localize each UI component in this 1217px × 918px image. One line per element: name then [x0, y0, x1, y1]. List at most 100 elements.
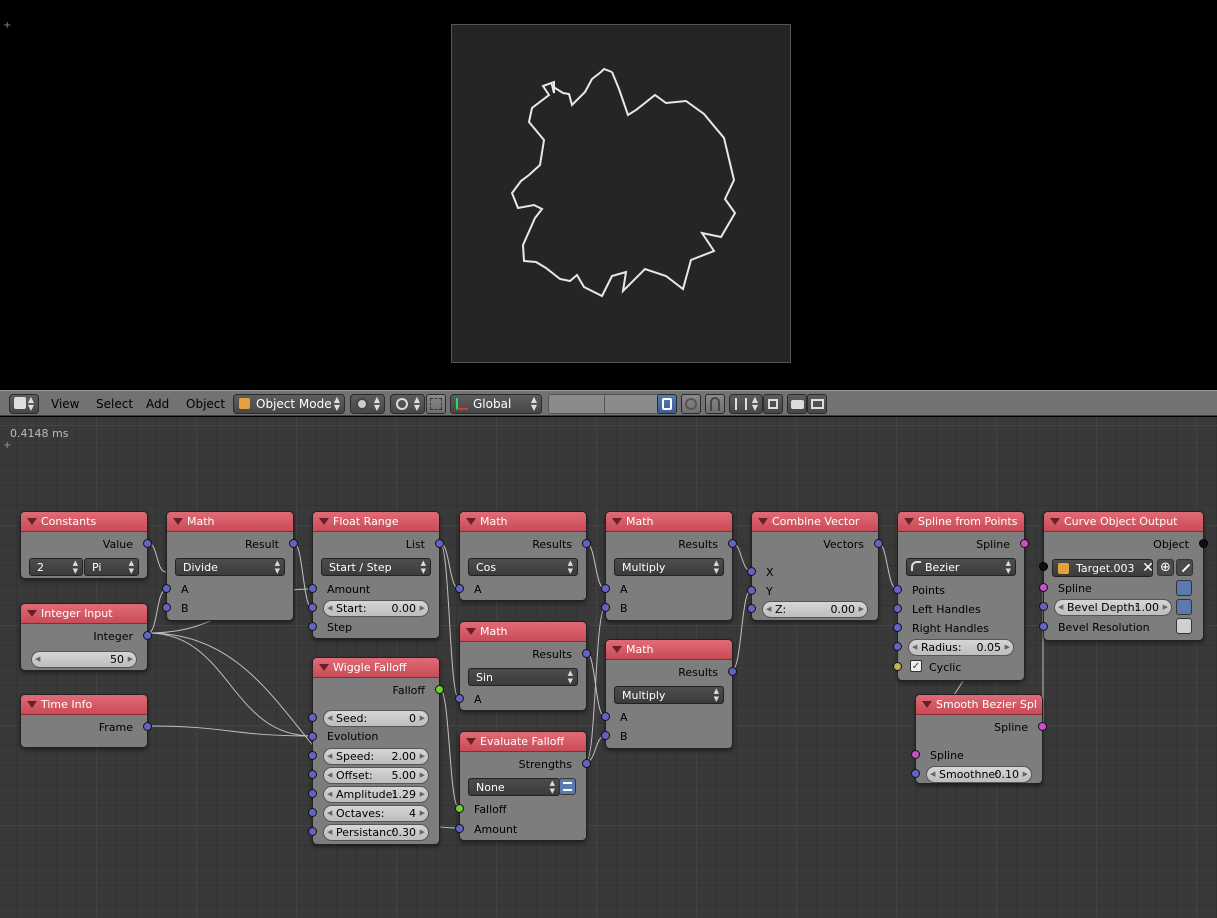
socket-bevel-depth-in[interactable] [1039, 602, 1048, 611]
node-header[interactable]: Evaluate Falloff [460, 732, 586, 752]
radius-field[interactable]: ◀ Radius: 0.05 ▶ [908, 639, 1014, 656]
socket-integer-out[interactable] [143, 631, 152, 640]
list-toggle-button[interactable] [559, 778, 576, 795]
socket-strengths-out[interactable] [582, 759, 591, 768]
node-wiggle-falloff[interactable]: Wiggle Falloff Falloff ◀ Seed: 0 ▶ Evolutio… [308, 657, 444, 845]
socket-frame-out[interactable] [143, 722, 152, 731]
object-mode-dropdown[interactable]: Object Mode ▲ ▼ [233, 394, 345, 414]
node-header[interactable]: Math [167, 512, 293, 532]
cyclic-checkbox[interactable]: ✓ [910, 660, 922, 672]
node-header[interactable]: Wiggle Falloff [313, 658, 439, 678]
proportional-edit-button[interactable] [681, 394, 701, 414]
socket-object-out[interactable] [1199, 539, 1208, 548]
node-editor[interactable]: 0.4148 ms + Constants Value 2 ▲ ▼ Pi ▲ ▼… [0, 417, 1217, 918]
socket-y-in[interactable] [747, 586, 756, 595]
node-evaluate-falloff[interactable]: Evaluate Falloff Strengths None ▲ ▼ Fallof… [455, 731, 591, 841]
collapse-icon[interactable] [612, 646, 622, 653]
collapse-icon[interactable] [922, 701, 932, 708]
collapse-icon[interactable] [466, 738, 476, 745]
socket-target-in[interactable] [1039, 562, 1048, 571]
start-field[interactable]: ◀ Start: 0.00 ▶ [323, 600, 429, 617]
node-math-multiply-1[interactable]: Math Results Multiply ▲ ▼ A B [601, 511, 737, 621]
manipulator-toggle[interactable] [426, 394, 446, 414]
socket-falloff-out[interactable] [435, 685, 444, 694]
socket-b-in[interactable] [601, 731, 610, 740]
collapse-icon[interactable] [27, 701, 37, 708]
node-header[interactable]: Float Range [313, 512, 439, 532]
node-smooth-bezier-spline[interactable]: Smooth Bezier Spl Spline Spline ◀ Smoothn… [911, 694, 1047, 784]
socket-right-handles-in[interactable] [893, 623, 902, 632]
socket-vectors-out[interactable] [874, 539, 883, 548]
socket-spline-in[interactable] [911, 750, 920, 759]
node-header[interactable]: Spline from Points [898, 512, 1024, 532]
socket-step-in[interactable] [308, 622, 317, 631]
socket-results-out[interactable] [582, 649, 591, 658]
node-integer-input[interactable]: Integer Input Integer ◀ 50 ▶ [20, 603, 152, 671]
node-header[interactable]: Curve Object Output [1044, 512, 1203, 532]
collapse-icon[interactable] [466, 628, 476, 635]
spline-animate-toggle[interactable] [1176, 580, 1192, 596]
node-constants[interactable]: Constants Value 2 ▲ ▼ Pi ▲ ▼ [20, 511, 152, 579]
collapse-icon[interactable] [319, 518, 329, 525]
node-header[interactable]: Math [460, 512, 586, 532]
bevel-resolution-animate-toggle[interactable] [1176, 618, 1192, 634]
node-math-multiply-2[interactable]: Math Results Multiply ▲ ▼ A B [601, 639, 737, 749]
socket-spline-out[interactable] [1020, 539, 1029, 548]
node-header[interactable]: Constants [21, 512, 147, 532]
node-float-range[interactable]: Float Range List Start / Step ▲ ▼ Amount ◀… [308, 511, 444, 639]
node-math-divide[interactable]: Math Result Divide ▲ ▼ A B [162, 511, 298, 621]
editor-type-selector[interactable]: ▲ ▼ [9, 394, 39, 414]
socket-b-in[interactable] [601, 603, 610, 612]
collapse-icon[interactable] [904, 518, 914, 525]
viewport-corner-widget[interactable]: + [3, 20, 11, 31]
target-object-field[interactable]: Target.003 [1052, 559, 1153, 577]
socket-x-in[interactable] [747, 567, 756, 576]
lock-camera-button[interactable] [657, 394, 677, 414]
snap-element-dropdown[interactable]: ▲ ▼ [729, 394, 763, 414]
socket-a-in[interactable] [455, 694, 464, 703]
bevel-depth-animate-toggle[interactable] [1176, 599, 1192, 615]
menu-select[interactable]: Select [96, 397, 133, 411]
socket-bevel-resolution-in[interactable] [1039, 622, 1048, 631]
count-dropdown[interactable]: 2 ▲ ▼ [29, 558, 83, 576]
operation-dropdown[interactable]: Multiply ▲ ▼ [614, 686, 724, 704]
socket-a-in[interactable] [455, 584, 464, 593]
node-header[interactable]: Smooth Bezier Spl [916, 695, 1042, 715]
node-header[interactable]: Math [460, 622, 586, 642]
integer-field[interactable]: ◀ 50 ▶ [31, 651, 137, 668]
node-combine-vector[interactable]: Combine Vector Vectors X Y ◀ Z: 0.00 ▶ [747, 511, 883, 621]
collapse-icon[interactable] [27, 518, 37, 525]
node-header[interactable]: Integer Input [21, 604, 147, 624]
bevel-depth-field[interactable]: ◀ Bevel Depth: 1.00 ▶ [1054, 599, 1172, 616]
node-time-info[interactable]: Time Info Frame [20, 694, 152, 748]
socket-seed-in[interactable] [308, 713, 317, 722]
socket-start-in[interactable] [308, 603, 317, 612]
spline-type-dropdown[interactable]: Bezier ▲ ▼ [906, 558, 1016, 576]
node-spline-from-points[interactable]: Spline from Points Spline Bezier ▲ ▼ Point… [893, 511, 1029, 681]
node-header[interactable]: Math [606, 640, 732, 660]
socket-z-in[interactable] [747, 604, 756, 613]
socket-persistance-in[interactable] [308, 827, 317, 836]
opengl-render-button[interactable] [807, 394, 827, 414]
layers-group-1[interactable] [548, 394, 610, 414]
offset-field[interactable]: ◀ Offset: 5.00 ▶ [323, 767, 429, 784]
socket-radius-in[interactable] [893, 642, 902, 651]
mode-dropdown[interactable]: Start / Step ▲ ▼ [321, 558, 431, 576]
socket-results-out[interactable] [728, 539, 737, 548]
socket-evolution-in[interactable] [308, 732, 317, 741]
z-field[interactable]: ◀ Z: 0.00 ▶ [762, 601, 868, 618]
operation-dropdown[interactable]: Divide ▲ ▼ [175, 558, 285, 576]
speed-field[interactable]: ◀ Speed: 2.00 ▶ [323, 748, 429, 765]
socket-points-in[interactable] [893, 585, 902, 594]
node-math-sin[interactable]: Math Results Sin ▲ ▼ A [455, 621, 591, 711]
socket-list-out[interactable] [435, 539, 444, 548]
socket-value-out[interactable] [143, 539, 152, 548]
socket-amount-in[interactable] [308, 584, 317, 593]
collapse-icon[interactable] [173, 518, 183, 525]
socket-a-in[interactable] [162, 584, 171, 593]
smoothness-field[interactable]: ◀ Smoothne: 0.10 ▶ [926, 766, 1032, 783]
socket-octaves-in[interactable] [308, 808, 317, 817]
eyedropper-button[interactable] [1176, 559, 1193, 576]
socket-falloff-in[interactable] [455, 804, 464, 813]
collapse-icon[interactable] [758, 518, 768, 525]
